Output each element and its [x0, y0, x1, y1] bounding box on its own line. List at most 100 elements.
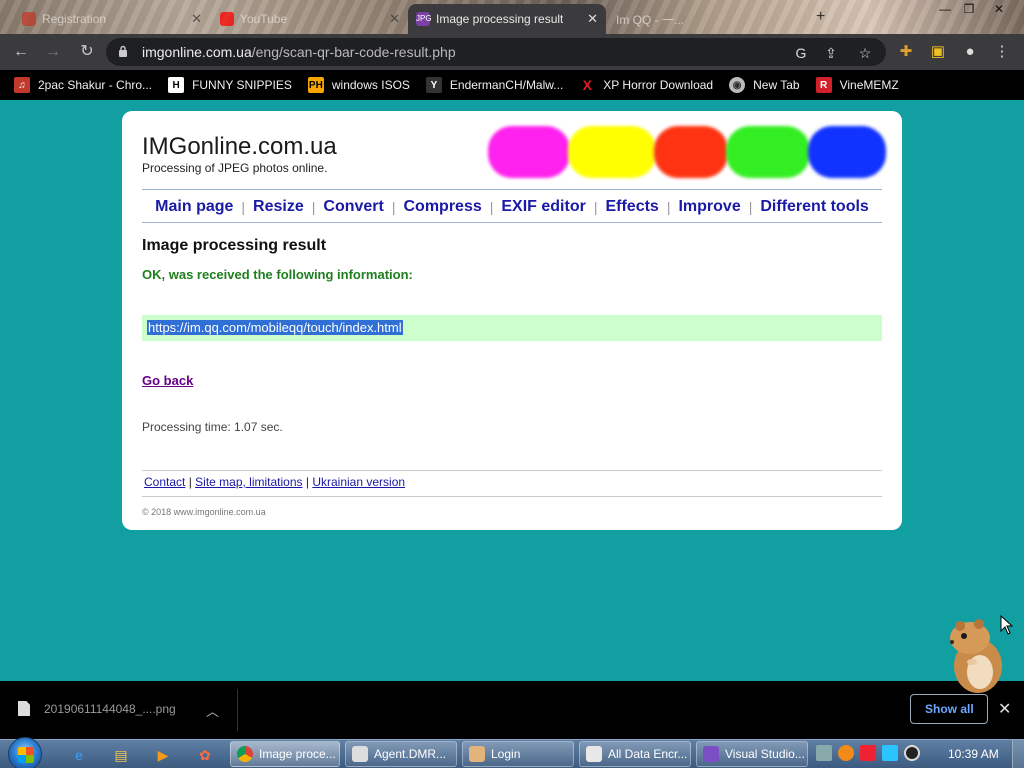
- bookmark-favicon-icon: H: [168, 77, 185, 93]
- side-panel-icon[interactable]: ▣: [928, 43, 948, 61]
- download-filename: 20190611144048_....png: [44, 701, 176, 716]
- taskbar-item-label: All Data Encr...: [608, 747, 688, 761]
- close-icon[interactable]: ✕: [998, 699, 1011, 719]
- lock-icon: [119, 45, 127, 57]
- bookmark-2pac[interactable]: ♫ 2pac Shakur - Chro...: [14, 77, 152, 93]
- mouse-cursor-icon: [1000, 615, 1014, 635]
- reload-icon[interactable]: ↻: [76, 42, 98, 62]
- bookmark-xp-horror[interactable]: X XP Horror Download: [579, 77, 714, 93]
- bookmark-label: FUNNY SNIPPIES: [192, 78, 292, 92]
- tab-favicon-icon: [22, 12, 36, 26]
- tray-app-icon[interactable]: [816, 745, 832, 761]
- restore-icon[interactable]: ❐: [958, 2, 980, 16]
- taskbar-item-label: Agent.DMR...: [374, 747, 447, 761]
- taskbar-item-login[interactable]: Login: [462, 741, 574, 767]
- nav-resize[interactable]: Resize: [253, 198, 304, 216]
- site-title[interactable]: IMGonline.com.ua: [142, 133, 337, 161]
- taskbar-item-visual-studio[interactable]: Visual Studio...: [696, 741, 808, 767]
- taskbar-clock[interactable]: 10:39 AM: [948, 747, 999, 761]
- footer-ukrainian-link[interactable]: Ukrainian version: [312, 475, 405, 489]
- result-text-selected[interactable]: https://im.qq.com/mobileqq/touch/index.h…: [147, 320, 403, 335]
- close-tab-icon[interactable]: ✕: [389, 11, 400, 27]
- close-window-icon[interactable]: ✕: [988, 2, 1010, 16]
- bookmark-favicon-icon: Y: [425, 77, 442, 93]
- pinned-app-icon[interactable]: ✿: [190, 743, 220, 767]
- taskbar-item-agent[interactable]: Agent.DMR...: [345, 741, 457, 767]
- tab-youtube[interactable]: YouTube ✕: [212, 4, 408, 34]
- nav-convert[interactable]: Convert: [323, 198, 383, 216]
- taskbar-item-label: Image proce...: [259, 747, 336, 761]
- taskbar-item-label: Visual Studio...: [725, 747, 805, 761]
- color-blob-green: [726, 126, 810, 178]
- menu-kebab-icon[interactable]: ⋮: [992, 43, 1012, 61]
- nav-improve[interactable]: Improve: [678, 198, 740, 216]
- browser-toolbar: ← → ↻ imgonline.com.ua/eng/scan-qr-bar-c…: [0, 34, 1024, 70]
- tab-image-processing-result[interactable]: JPG Image processing result ✕: [408, 4, 606, 34]
- back-icon[interactable]: ←: [10, 42, 32, 62]
- forward-icon[interactable]: →: [42, 42, 64, 62]
- close-tab-icon[interactable]: ✕: [587, 11, 598, 27]
- address-bar[interactable]: imgonline.com.ua/eng/scan-qr-bar-code-re…: [106, 38, 886, 66]
- url-path: /eng/scan-qr-bar-code-result.php: [251, 44, 456, 60]
- footer-top-divider: [142, 470, 882, 471]
- bookmark-star-icon[interactable]: ☆: [856, 44, 874, 62]
- bookmark-vinememz[interactable]: R VineMEMZ: [815, 77, 899, 93]
- bookmark-label: New Tab: [753, 78, 800, 92]
- nav-different-tools[interactable]: Different tools: [760, 198, 868, 216]
- minimize-icon[interactable]: —: [934, 2, 956, 16]
- tray-volume-icon[interactable]: [904, 745, 920, 761]
- windows-taskbar: e ▤ ▶ ✿ Image proce... Agent.DMR... Logi…: [0, 737, 1024, 768]
- profile-avatar-icon[interactable]: ●: [960, 43, 980, 61]
- nav-top-divider: [142, 189, 882, 190]
- nav-compress[interactable]: Compress: [403, 198, 481, 216]
- bookmark-endermanch[interactable]: Y EndermanCH/Malw...: [425, 77, 564, 93]
- page-viewport: IMGonline.com.ua Processing of JPEG phot…: [0, 100, 1024, 681]
- internet-explorer-icon[interactable]: e: [64, 743, 94, 767]
- nav-effects[interactable]: Effects: [605, 198, 658, 216]
- share-icon[interactable]: ⇪: [822, 44, 840, 62]
- bookmark-label: XP Horror Download: [603, 78, 714, 92]
- hamster-mascot-icon[interactable]: [942, 614, 1008, 694]
- bookmark-favicon-icon: ◉: [729, 77, 746, 93]
- tray-monitor-icon[interactable]: [882, 745, 898, 761]
- chrome-icon: [237, 746, 253, 762]
- bookmark-label: VineMEMZ: [839, 78, 899, 92]
- tray-flag-icon[interactable]: [860, 745, 876, 761]
- download-item[interactable]: 20190611144048_....png: [18, 701, 176, 716]
- chevron-up-icon[interactable]: ︿: [206, 701, 219, 720]
- show-desktop-button[interactable]: [1012, 740, 1024, 768]
- status-message: OK, was received the following informati…: [142, 267, 413, 282]
- extensions-icon[interactable]: ✚: [896, 43, 916, 61]
- close-tab-icon[interactable]: ✕: [191, 11, 202, 27]
- tab-title: Im QQ - 一...: [616, 12, 684, 27]
- media-player-icon[interactable]: ▶: [148, 743, 178, 767]
- start-button[interactable]: [8, 737, 42, 768]
- go-back-link[interactable]: Go back: [142, 373, 193, 388]
- bookmark-favicon-icon: ♫: [14, 77, 30, 93]
- bookmarks-bar: ♫ 2pac Shakur - Chro... H FUNNY SNIPPIES…: [0, 70, 1024, 100]
- taskbar-item-all-data[interactable]: All Data Encr...: [579, 741, 691, 767]
- tray-search-icon[interactable]: [838, 745, 854, 761]
- nav-exif-editor[interactable]: EXIF editor: [501, 198, 585, 216]
- new-tab-icon[interactable]: +: [816, 8, 825, 26]
- bookmark-label: EndermanCH/Malw...: [449, 78, 564, 92]
- footer-contact-link[interactable]: Contact: [144, 475, 185, 489]
- bookmark-new-tab[interactable]: ◉ New Tab: [729, 77, 800, 93]
- nav-main-page[interactable]: Main page: [155, 198, 233, 216]
- file-explorer-icon[interactable]: ▤: [106, 743, 136, 767]
- window-icon: [586, 746, 602, 762]
- show-all-button[interactable]: Show all: [910, 694, 988, 724]
- footer-links: Contact | Site map, limitations | Ukrain…: [144, 475, 406, 489]
- tab-registration[interactable]: Registration ✕: [14, 4, 210, 34]
- tab-im-qq[interactable]: Im QQ - 一...: [608, 4, 808, 34]
- content-card: IMGonline.com.ua Processing of JPEG phot…: [122, 111, 902, 530]
- bookmark-funny-snippies[interactable]: H FUNNY SNIPPIES: [168, 77, 292, 93]
- color-blob-red: [654, 126, 728, 178]
- system-tray: [816, 745, 920, 761]
- visual-studio-icon: [703, 746, 719, 762]
- bookmark-windows-isos[interactable]: PH windows ISOS: [307, 77, 410, 93]
- footer-sitemap-link[interactable]: Site map, limitations: [195, 475, 302, 489]
- google-lens-icon[interactable]: G: [792, 44, 810, 62]
- taskbar-item-chrome[interactable]: Image proce...: [230, 741, 340, 767]
- result-box[interactable]: https://im.qq.com/mobileqq/touch/index.h…: [142, 315, 882, 341]
